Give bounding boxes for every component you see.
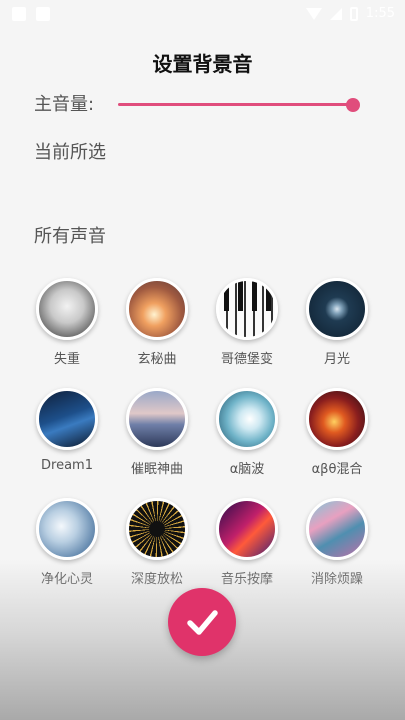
sound-item[interactable]: 消除烦躁 (292, 498, 382, 587)
volume-slider-track[interactable] (118, 103, 354, 106)
current-selection-label: 当前所选 (34, 142, 106, 163)
checkmark-icon (187, 610, 218, 635)
sound-item[interactable]: 深度放松 (112, 498, 202, 587)
neon-wave-image (216, 498, 278, 560)
sound-label: 音乐按摩 (220, 572, 273, 587)
sound-label: 净化心灵 (40, 572, 93, 587)
all-sounds-label: 所有声音 (34, 226, 106, 247)
fire-burst-image (306, 388, 368, 450)
sunset-image (126, 278, 188, 340)
radial-lines-image (126, 498, 188, 560)
notification-icon (36, 7, 50, 21)
sound-label: 深度放松 (130, 572, 183, 587)
notification-icons (12, 7, 50, 21)
sound-label: Dream1 (41, 458, 93, 473)
sound-item[interactable]: αβθ混合 (292, 388, 382, 477)
marble-swirl-image (306, 498, 368, 560)
sound-label: αβθ混合 (311, 462, 363, 477)
master-volume-label: 主音量: (34, 94, 95, 115)
sound-label: 哥德堡变 (220, 352, 273, 367)
status-time: 1:55 (365, 6, 395, 21)
sound-label: 月光 (323, 352, 350, 367)
notification-icon (12, 7, 26, 21)
sound-item[interactable]: α脑波 (202, 388, 292, 477)
night-city-image (36, 388, 98, 450)
sound-item[interactable]: 月光 (292, 278, 382, 367)
sound-label: 催眠神曲 (130, 462, 183, 477)
sound-item[interactable]: 失重 (22, 278, 112, 367)
volume-slider-thumb[interactable] (346, 98, 360, 112)
sound-item[interactable]: 音乐按摩 (202, 498, 292, 587)
signal-icon (329, 7, 342, 20)
moon-image (306, 278, 368, 340)
sound-label: α脑波 (229, 462, 265, 477)
master-volume-row: 主音量: (34, 90, 364, 118)
piano-keys-image (216, 278, 278, 340)
sound-label: 消除烦躁 (310, 572, 363, 587)
brain-image (216, 388, 278, 450)
sound-item[interactable]: Dream1 (22, 388, 112, 473)
sound-item[interactable]: 哥德堡变 (202, 278, 292, 367)
swans-lake-image (126, 388, 188, 450)
sound-label: 玄秘曲 (137, 352, 177, 367)
astronaut-image (36, 278, 98, 340)
sound-label: 失重 (53, 352, 80, 367)
status-bar: 1:55 (0, 0, 405, 30)
battery-icon (349, 6, 358, 21)
ice-crystal-image (36, 498, 98, 560)
sound-item[interactable]: 催眠神曲 (112, 388, 202, 477)
page-title: 设置背景音 (152, 52, 253, 76)
confirm-button[interactable] (168, 588, 236, 656)
sound-item[interactable]: 玄秘曲 (112, 278, 202, 367)
wifi-icon (305, 7, 322, 20)
sound-item[interactable]: 净化心灵 (22, 498, 112, 587)
